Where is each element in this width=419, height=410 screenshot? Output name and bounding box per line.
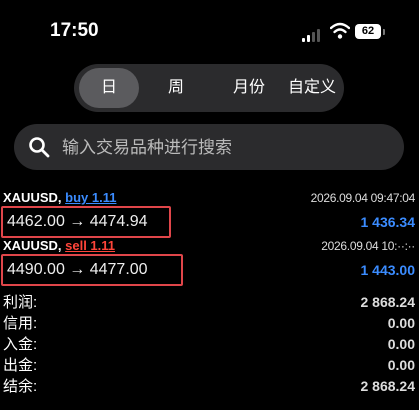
trade-symbol: XAUUSD, [3, 238, 62, 253]
summary-value: 2 868.24 [360, 294, 416, 310]
summary-label: 利润: [3, 294, 38, 311]
battery-tip [383, 29, 385, 35]
summary-value: 0.00 [387, 336, 415, 352]
trade-prices: 4490.00 → 4477.00 [1, 254, 183, 286]
search-input[interactable] [60, 124, 394, 172]
trade-profit: 1 443.00 [360, 262, 416, 278]
summary-label: 信用: [3, 315, 38, 332]
status-bar: 17:50 62 [0, 0, 419, 62]
account-summary: 利润: 2 868.24 信用: 0.00 入金: 0.00 出金: 0.00 … [0, 292, 419, 397]
summary-profit: 利润: 2 868.24 [0, 292, 419, 313]
tab-month[interactable]: 月份 [214, 68, 284, 108]
summary-label: 入金: [3, 336, 38, 353]
summary-value: 0.00 [387, 357, 415, 373]
trade-prices: 4462.00 → 4474.94 [1, 206, 171, 238]
trade-side: sell 1.11 [65, 238, 116, 253]
status-time: 17:50 [50, 20, 99, 41]
tab-week[interactable]: 周 [146, 68, 206, 108]
wifi-icon [330, 22, 350, 39]
search-bar[interactable] [14, 124, 404, 172]
trade-time: 2026.09.04 10:··:·· [321, 239, 415, 253]
search-icon [29, 137, 50, 158]
summary-balance: 结余: 2 868.24 [0, 376, 419, 397]
summary-withdrawal: 出金: 0.00 [0, 355, 419, 376]
summary-label: 结余: [3, 378, 38, 395]
summary-value: 0.00 [387, 315, 415, 331]
tab-day[interactable]: 日 [79, 68, 139, 108]
trade-symbol: XAUUSD, [3, 190, 62, 205]
summary-value: 2 868.24 [360, 378, 416, 394]
trade-symbol-line: XAUUSD, sell 1.11 [3, 238, 115, 253]
period-tabs: 日 周 月份 自定义 [74, 64, 344, 112]
tab-custom[interactable]: 自定义 [282, 68, 342, 108]
battery-icon: 62 [355, 24, 381, 39]
summary-label: 出金: [3, 357, 38, 374]
trade-symbol-line: XAUUSD, buy 1.11 [3, 190, 116, 205]
summary-deposit: 入金: 0.00 [0, 334, 419, 355]
summary-credit: 信用: 0.00 [0, 313, 419, 334]
trade-time: 2026.09.04 09:47:04 [310, 191, 416, 205]
cellular-signal-icon [302, 28, 324, 42]
trade-profit: 1 436.34 [360, 214, 416, 230]
trade-side: buy 1.11 [65, 190, 117, 205]
